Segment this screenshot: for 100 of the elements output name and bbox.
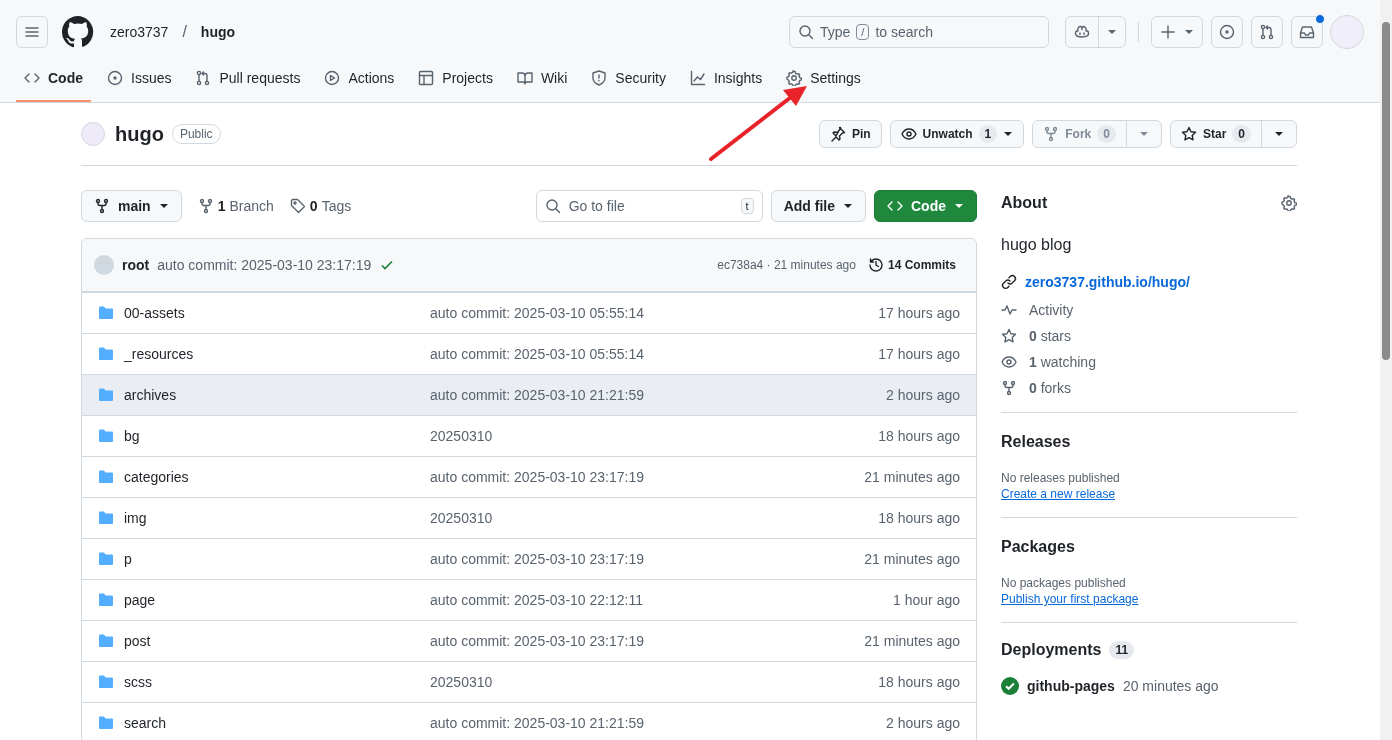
repo-tab[interactable]: Pull requests — [187, 56, 309, 102]
folder-icon — [98, 592, 114, 608]
tags-link[interactable]: 0 Tags — [289, 190, 352, 222]
inbox-button[interactable] — [1291, 16, 1323, 48]
commits-link[interactable]: 14 Commits — [863, 257, 960, 273]
commit-message[interactable]: 20250310 — [430, 510, 879, 526]
folder-icon — [98, 346, 114, 362]
repo-tab[interactable]: Code — [16, 56, 91, 102]
eye-icon — [900, 126, 917, 142]
folder-name[interactable]: p — [124, 551, 132, 567]
folder-name[interactable]: post — [124, 633, 151, 649]
file-row[interactable]: page auto commit: 2025-03-10 22:12:11 1 hour ago — [82, 579, 976, 620]
file-row[interactable]: p auto commit: 2025-03-10 23:17:19 21 minutes ago — [82, 538, 976, 579]
repo-tab[interactable]: Security — [583, 56, 674, 102]
folder-name[interactable]: search — [124, 715, 167, 731]
commit-message[interactable]: auto commit: 2025-03-10 23:17:19 — [430, 551, 865, 567]
repo-stat-link[interactable]: 1 watching — [1029, 354, 1096, 370]
folder-name[interactable]: _resources — [124, 346, 194, 362]
folder-name[interactable]: 00-assets — [124, 305, 185, 321]
file-row[interactable]: search auto commit: 2025-03-10 21:21:59 2 hours ago — [82, 702, 976, 740]
pin-icon — [829, 126, 846, 142]
octocat-logo-icon[interactable] — [62, 16, 94, 48]
scrollbar[interactable] — [1380, 0, 1392, 740]
commit-message[interactable]: auto commit: 2025-03-10 21:21:59 — [430, 715, 887, 731]
issues-button[interactable] — [1211, 16, 1243, 48]
commit-time: 2 hours ago — [886, 387, 960, 403]
settings-icon — [786, 70, 803, 86]
search-field[interactable]: Type / to search — [789, 16, 1049, 48]
folder-name[interactable]: img — [124, 510, 147, 526]
go-to-file-field[interactable]: Go to file t — [535, 190, 763, 222]
file-row[interactable]: bg 20250310 18 hours ago — [82, 415, 976, 456]
folder-name[interactable]: scss — [124, 674, 152, 690]
settings-button[interactable] — [1281, 195, 1297, 211]
commit-message[interactable]: auto commit: 2025-03-10 05:55:14 — [430, 346, 879, 362]
repo-tab[interactable]: Insights — [681, 56, 771, 102]
repo-tab[interactable]: Actions — [316, 56, 403, 102]
commit-author[interactable]: root — [122, 257, 150, 273]
repo-action-button[interactable]: Star 0 — [1169, 120, 1297, 148]
repo-stat-link[interactable]: Activity — [1029, 302, 1074, 318]
book-icon — [516, 70, 533, 86]
create-link[interactable]: Publish your first package — [1001, 592, 1139, 606]
folder-name[interactable]: bg — [124, 428, 140, 444]
commit-message[interactable]: 20250310 — [430, 674, 879, 690]
menu-button[interactable] — [16, 16, 48, 48]
file-row[interactable]: img 20250310 18 hours ago — [82, 497, 976, 538]
counter: 0 — [1232, 125, 1251, 143]
deployment-time: 20 minutes ago — [1122, 678, 1219, 694]
repo-tab[interactable]: Wiki — [508, 56, 576, 102]
menu-icon — [24, 24, 40, 40]
commit-message[interactable]: 20250310 — [430, 428, 879, 444]
folder-name[interactable]: categories — [124, 469, 189, 485]
commit-time: 21 minutes ago — [864, 633, 960, 649]
folder-name[interactable]: page — [124, 592, 156, 608]
settings-icon — [1281, 195, 1297, 211]
empty-note: No releases published — [1001, 471, 1121, 485]
repo-name[interactable]: hugo — [115, 122, 164, 146]
deployment-link[interactable]: github-pages — [1027, 678, 1115, 694]
file-row[interactable]: post auto commit: 2025-03-10 23:17:19 21 minutes ago — [82, 620, 976, 661]
code-button[interactable]: Code — [874, 190, 977, 222]
repo-avatar — [81, 122, 105, 146]
folder-icon — [98, 633, 114, 649]
success-check-icon — [1001, 677, 1019, 695]
commit-message[interactable]: auto commit: 2025-03-10 23:17:19 — [157, 257, 372, 273]
repo-link[interactable]: hugo — [200, 24, 236, 40]
repo-stat-link[interactable]: 0 stars — [1029, 328, 1072, 344]
create-link[interactable]: Create a new release — [1001, 487, 1116, 501]
commit-message[interactable]: auto commit: 2025-03-10 21:21:59 — [430, 387, 887, 403]
commit-message[interactable]: auto commit: 2025-03-10 05:55:14 — [430, 305, 879, 321]
eye-icon — [1001, 354, 1017, 370]
repo-tab[interactable]: Settings — [778, 56, 869, 102]
file-row[interactable]: 00-assets auto commit: 2025-03-10 05:55:14 17 hours ago — [82, 292, 976, 333]
file-row[interactable]: archives auto commit: 2025-03-10 21:21:59 2 hours ago — [82, 374, 976, 415]
repo-tab[interactable]: Issues — [99, 56, 180, 102]
repo-tab[interactable]: Projects — [410, 56, 501, 102]
repo-action-button[interactable]: Unwatch 1 — [889, 120, 1025, 148]
commit-hash-time[interactable]: ec738a4 · 21 minutes ago — [717, 258, 856, 272]
issue-icon — [1219, 24, 1235, 40]
issue-icon — [107, 70, 123, 86]
add-file-button[interactable]: Add file — [770, 190, 866, 222]
section-heading: Packages — [1001, 538, 1076, 556]
branch-selector[interactable]: main — [81, 190, 182, 222]
pull-requests-button[interactable] — [1251, 16, 1283, 48]
folder-icon — [98, 305, 114, 321]
commit-message[interactable]: auto commit: 2025-03-10 23:17:19 — [430, 633, 865, 649]
link-icon — [1001, 274, 1017, 290]
website-link[interactable]: zero3737.github.io/hugo/ — [1025, 274, 1190, 290]
branches-link[interactable]: 1 Branch — [189, 190, 282, 222]
owner-link[interactable]: zero3737 — [110, 24, 169, 40]
file-row[interactable]: categories auto commit: 2025-03-10 23:17:19 21 minutes ago — [82, 456, 976, 497]
folder-name[interactable]: archives — [124, 387, 177, 403]
repo-action-button[interactable]: Pin — [818, 120, 882, 148]
commit-message[interactable]: auto commit: 2025-03-10 23:17:19 — [430, 469, 865, 485]
caret-icon — [1274, 131, 1284, 137]
search-icon — [798, 24, 814, 40]
author-avatar — [94, 255, 114, 275]
file-row[interactable]: scss 20250310 18 hours ago — [82, 661, 976, 702]
caret-icon — [1138, 131, 1149, 137]
commit-message[interactable]: auto commit: 2025-03-10 22:12:11 — [430, 592, 894, 608]
commit-time: 21 minutes ago — [864, 551, 960, 567]
repo-stat-link[interactable]: 0 forks — [1029, 380, 1072, 396]
